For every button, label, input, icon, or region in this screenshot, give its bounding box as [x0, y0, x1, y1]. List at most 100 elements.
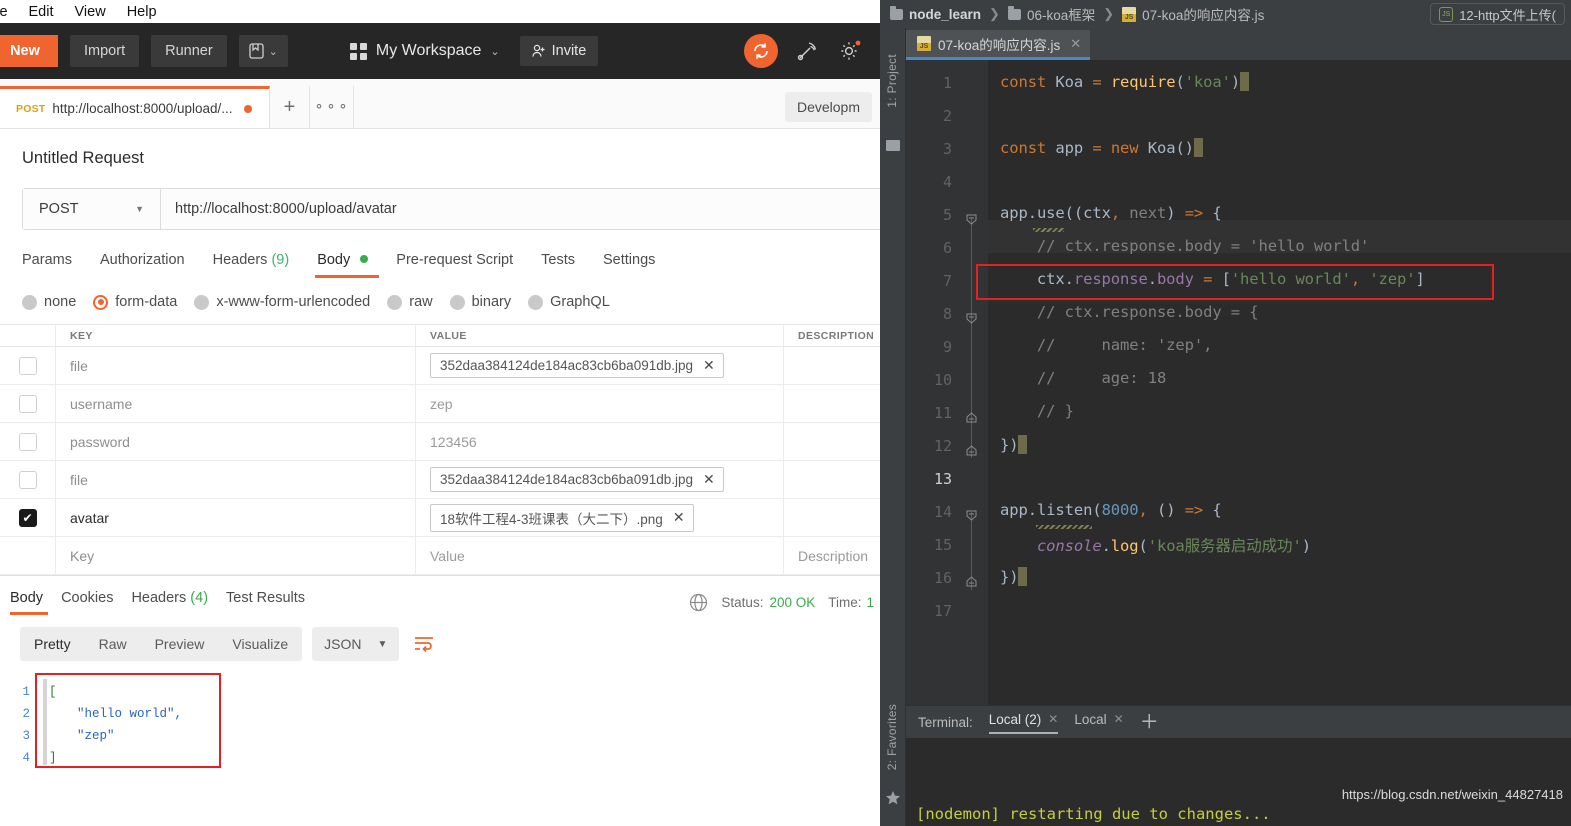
close-icon[interactable]: ✕	[1070, 36, 1081, 52]
fold-marker-end[interactable]	[966, 572, 977, 587]
row-value[interactable]: 352daa384124de184ac83cb6ba091db.jpg ✕	[416, 347, 784, 384]
menu-item-edit[interactable]: Edit	[29, 4, 54, 20]
placeholder-value[interactable]: Value	[416, 537, 784, 574]
format-visualize[interactable]: Visualize	[218, 636, 302, 652]
new-button[interactable]: New	[0, 35, 58, 67]
row-value[interactable]: 18软件工程4-3班课表（大二下）.png ✕	[416, 499, 784, 536]
table-row[interactable]: password 123456	[0, 423, 880, 461]
table-row[interactable]: ✔ avatar 18软件工程4-3班课表（大二下）.png ✕	[0, 499, 880, 537]
row-value[interactable]: 123456	[416, 423, 784, 460]
method-selector[interactable]: POST ▼	[23, 189, 161, 229]
row-key[interactable]: file	[56, 461, 416, 498]
fold-marker-expanded[interactable]	[966, 309, 977, 324]
close-icon[interactable]: ✕	[1114, 712, 1124, 726]
response-tab-body[interactable]: Body	[10, 590, 61, 615]
fold-marker-end[interactable]	[966, 441, 977, 456]
row-key[interactable]: avatar	[56, 499, 416, 536]
runner-button[interactable]: Runner	[151, 35, 227, 67]
close-icon[interactable]: ✕	[703, 357, 715, 374]
tab-options-button[interactable]: ⚬⚬⚬	[310, 86, 354, 128]
url-input[interactable]: http://localhost:8000/upload/avatar	[161, 189, 880, 229]
close-icon[interactable]: ✕	[1048, 712, 1058, 726]
request-tab[interactable]: POST http://localhost:8000/upload/...	[0, 86, 270, 128]
terminal-tab-local[interactable]: Local ✕	[1074, 712, 1123, 733]
new-terminal-button[interactable]: ＋	[1140, 713, 1159, 732]
body-type-binary[interactable]: binary	[449, 294, 511, 310]
row-value[interactable]: zep	[416, 385, 784, 422]
new-tab-button[interactable]: +	[270, 86, 310, 128]
response-body-viewer[interactable]: 1 2 3 4 [ "hello world", "zep" ]	[22, 673, 221, 768]
row-key[interactable]: file	[56, 347, 416, 384]
environment-selector[interactable]: Developm	[784, 92, 872, 122]
row-checkbox[interactable]	[0, 461, 56, 498]
row-value[interactable]: 352daa384124de184ac83cb6ba091db.jpg ✕	[416, 461, 784, 498]
sidebar-item-favorites[interactable]: 2: Favorites	[885, 704, 899, 770]
row-checkbox[interactable]: ✔	[0, 499, 56, 536]
body-type-none[interactable]: none	[22, 294, 76, 310]
row-description[interactable]	[784, 423, 880, 460]
row-description[interactable]	[784, 385, 880, 422]
table-row[interactable]: username zep	[0, 385, 880, 423]
menu-item-help[interactable]: Help	[127, 4, 157, 20]
close-icon[interactable]: ✕	[673, 509, 685, 526]
table-placeholder-row[interactable]: Key Value Description	[0, 537, 880, 575]
file-chip[interactable]: 352daa384124de184ac83cb6ba091db.jpg ✕	[430, 467, 724, 492]
broadcast-icon[interactable]	[796, 40, 820, 62]
format-preview[interactable]: Preview	[141, 636, 219, 652]
tab-body[interactable]: Body	[315, 252, 384, 278]
run-configuration-selector[interactable]: JS 12-http文件上传(	[1430, 3, 1565, 25]
close-icon[interactable]: ✕	[703, 471, 715, 488]
placeholder-description[interactable]: Description	[784, 537, 880, 574]
file-chip[interactable]: 352daa384124de184ac83cb6ba091db.jpg ✕	[430, 353, 724, 378]
tab-headers[interactable]: Headers (9)	[213, 252, 306, 278]
format-raw[interactable]: Raw	[85, 636, 141, 652]
workspace-selector[interactable]: My Workspace ⌄	[349, 42, 500, 60]
terminal-output[interactable]: [nodemon] restarting due to changes... […	[906, 738, 1571, 826]
row-description[interactable]	[784, 461, 880, 498]
fold-marker-expanded[interactable]	[966, 506, 977, 521]
row-description[interactable]	[784, 347, 880, 384]
new-collection-button[interactable]: ⌄	[238, 35, 288, 67]
table-row[interactable]: file 352daa384124de184ac83cb6ba091db.jpg…	[0, 347, 880, 385]
breadcrumb-item-folder[interactable]: 06-koa框架	[1027, 4, 1095, 24]
breadcrumb-item-project[interactable]: node_learn	[909, 7, 981, 22]
invite-button[interactable]: Invite	[519, 36, 599, 66]
response-tab-test-results[interactable]: Test Results	[226, 590, 323, 615]
menu-item-view[interactable]: View	[75, 4, 106, 20]
row-key[interactable]: password	[56, 423, 416, 460]
file-chip[interactable]: 18软件工程4-3班课表（大二下）.png ✕	[430, 503, 694, 532]
tab-params[interactable]: Params	[22, 252, 88, 278]
response-tab-headers[interactable]: Headers (4)	[131, 590, 226, 615]
fold-marker-end[interactable]	[966, 408, 977, 423]
gear-icon[interactable]	[838, 39, 862, 63]
row-key[interactable]: username	[56, 385, 416, 422]
fold-marker-expanded[interactable]	[966, 210, 977, 225]
sidebar-item-project[interactable]: 1: Project	[885, 54, 899, 108]
breadcrumb-item-file[interactable]: 07-koa的响应内容.js	[1142, 4, 1264, 24]
table-row[interactable]: file 352daa384124de184ac83cb6ba091db.jpg…	[0, 461, 880, 499]
format-pretty[interactable]: Pretty	[20, 636, 85, 652]
row-checkbox[interactable]	[0, 347, 56, 384]
row-checkbox[interactable]	[0, 385, 56, 422]
body-type-urlencoded[interactable]: x-www-form-urlencoded	[194, 294, 370, 310]
response-language-selector[interactable]: JSON ▼	[312, 627, 400, 661]
tab-tests[interactable]: Tests	[541, 252, 591, 278]
tab-pre-request-script[interactable]: Pre-request Script	[396, 252, 529, 278]
body-type-graphql[interactable]: GraphQL	[528, 294, 610, 310]
tab-authorization[interactable]: Authorization	[100, 252, 201, 278]
response-tab-cookies[interactable]: Cookies	[61, 590, 131, 615]
code-editor[interactable]: 1 2 3 4 5 6 7 8 9 10 11 12 13 14 15 16 1	[906, 60, 1571, 705]
editor-tab[interactable]: JS 07-koa的响应内容.js ✕	[906, 30, 1091, 60]
body-type-form-data[interactable]: form-data	[93, 294, 177, 310]
import-button[interactable]: Import	[70, 35, 140, 67]
word-wrap-button[interactable]	[409, 629, 439, 659]
menu-item-file[interactable]: ile	[0, 4, 8, 20]
sync-button[interactable]	[744, 34, 778, 68]
body-type-raw[interactable]: raw	[387, 294, 433, 310]
placeholder-key[interactable]: Key	[56, 537, 416, 574]
tab-settings[interactable]: Settings	[603, 252, 671, 278]
code-lines[interactable]: const Koa = require('koa') const app = n…	[988, 60, 1571, 705]
terminal-tab-local-2[interactable]: Local (2) ✕	[988, 712, 1058, 734]
row-checkbox[interactable]	[0, 423, 56, 460]
row-description[interactable]	[784, 499, 880, 536]
